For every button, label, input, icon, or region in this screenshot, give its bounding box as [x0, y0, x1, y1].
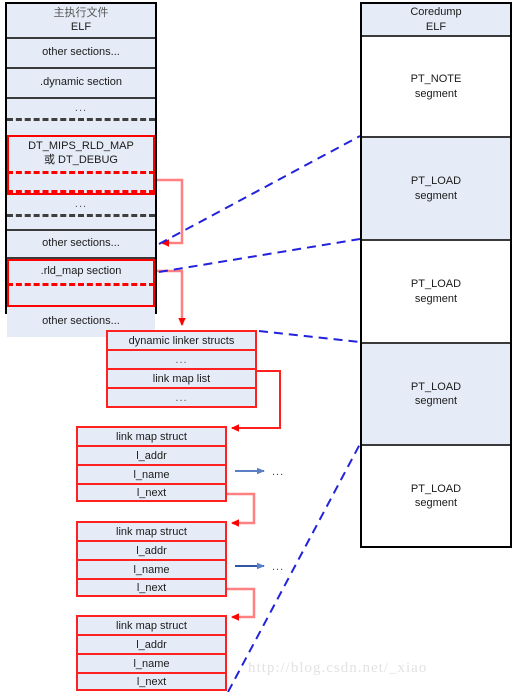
coredump-segment-pt-note: PT_NOTE segment — [362, 37, 510, 138]
elf-row-dynamic-ellipsis-1: ... — [7, 99, 155, 121]
elf-title-cn: 主执行文件 — [53, 6, 109, 19]
elf-row-other-sections-1: other sections... — [7, 39, 155, 69]
lms3-field-l-name: l_name — [78, 655, 225, 674]
link-map-struct-2: link map struct l_addr l_name l_next — [76, 521, 227, 597]
lms2-name-pointer-label: ... — [272, 561, 285, 573]
lms1-field-l-addr: l_addr — [78, 447, 225, 466]
elf-row-spacer-1 — [7, 121, 155, 135]
mapping-linkmaps-to-ptload3 — [227, 443, 361, 692]
connector-dt-to-rldmap — [157, 178, 184, 247]
lms1-name-pointer-label: ... — [272, 466, 285, 478]
ellipsis-label: ... — [175, 391, 188, 404]
elf-title-row: 主执行文件 ELF — [7, 4, 155, 39]
dls-row-link-map-list: link map list — [108, 370, 255, 389]
elf-row-dt-dashed-spacer — [7, 171, 155, 193]
connector-lms1-next-to-lms2 — [227, 492, 256, 527]
coredump-segment-pt-load-2: PT_LOAD segment — [362, 241, 510, 344]
lms2-title: link map struct — [78, 523, 225, 542]
elf-row-dynamic-ellipsis-2: ... — [7, 195, 155, 217]
dls-row-title: dynamic linker structs — [108, 332, 255, 351]
lms3-field-l-addr: l_addr — [78, 636, 225, 655]
ellipsis-label: ... — [74, 101, 88, 114]
elf-row-spacer-2 — [7, 217, 155, 231]
lms2-field-l-next: l_next — [78, 580, 225, 595]
lms3-field-l-next: l_next — [78, 674, 225, 689]
coredump-title-row: Coredump ELF — [362, 4, 510, 37]
dls-row-ellipsis-2: ... — [108, 389, 255, 406]
elf-row-dt-mips-rld-map: DT_MIPS_RLD_MAP 或 DT_DEBUG — [7, 135, 155, 171]
dynamic-linker-structs-box: dynamic linker structs ... link map list… — [106, 330, 257, 408]
coredump-title-sub: ELF — [425, 20, 447, 33]
ellipsis-label: ... — [74, 197, 88, 210]
elf-title-en: ELF — [70, 20, 92, 33]
coredump-segment-pt-load-1: PT_LOAD segment — [362, 138, 510, 241]
main-executable-elf-panel: 主执行文件 ELF other sections... .dynamic sec… — [5, 2, 157, 337]
coredump-elf-panel: Coredump ELF PT_NOTE segment PT_LOAD seg… — [360, 2, 512, 548]
mapping-dls-to-ptload2 — [258, 330, 361, 343]
coredump-title: Coredump — [410, 6, 462, 19]
coredump-segment-pt-load-3: PT_LOAD segment — [362, 344, 510, 446]
lms2-field-l-name: l_name — [78, 561, 225, 580]
lms1-field-l-name: l_name — [78, 466, 225, 485]
elf-row-rld-map-section: .rld_map section — [7, 259, 155, 283]
lms3-title: link map struct — [78, 617, 225, 636]
watermark-text: http://blog.csdn.net/_xiao — [248, 660, 428, 676]
connector-lms2-next-to-lms3 — [227, 587, 256, 621]
ellipsis-label: ... — [175, 353, 188, 366]
lms1-field-l-next: l_next — [78, 485, 225, 500]
mapping-rldmap-top-to-ptload1-top — [158, 135, 361, 245]
elf-row-other-sections-2: other sections... — [7, 231, 155, 259]
lms2-field-l-addr: l_addr — [78, 542, 225, 561]
mapping-rldmap-bottom-to-ptload1-bottom — [158, 238, 361, 273]
diagram-canvas: 主执行文件 ELF other sections... .dynamic sec… — [0, 0, 512, 692]
link-map-struct-1: link map struct l_addr l_name l_next — [76, 426, 227, 502]
elf-row-rld-dashed-spacer — [7, 283, 155, 307]
link-map-struct-3: link map struct l_addr l_name l_next — [76, 615, 227, 691]
lms1-title: link map struct — [78, 428, 225, 447]
dls-row-ellipsis-1: ... — [108, 351, 255, 370]
elf-row-dynamic-section: .dynamic section — [7, 69, 155, 99]
coredump-segment-pt-load-4: PT_LOAD segment — [362, 446, 510, 546]
connector-rldmap-to-dls — [157, 269, 186, 326]
